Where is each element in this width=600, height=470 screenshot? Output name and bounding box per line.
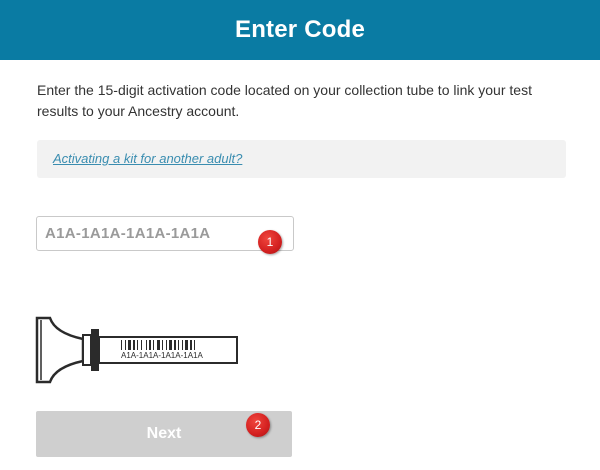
barcode-bar [157,340,160,350]
barcode-bar [178,340,179,350]
barcode-bar [141,340,142,350]
activation-code-input[interactable] [36,216,294,251]
barcode-bar [194,340,195,350]
barcode-bar [121,340,122,350]
instructions-text: Enter the 15-digit activation code locat… [37,82,532,119]
barcode-bar [153,340,154,350]
barcode-bar [190,340,192,350]
tube-neck [82,334,92,366]
another-adult-link[interactable]: Activating a kit for another adult? [53,151,242,166]
barcode-bar [146,340,147,350]
barcode-bar [149,340,151,350]
barcode-bar [162,340,163,350]
barcode-bar [169,340,172,350]
barcode-bar [182,340,183,350]
barcode-bar [125,340,126,350]
barcode-text: A1A-1A1A-1A1A-1A1A [121,351,203,360]
barcode-bar [137,340,138,350]
step-marker-2: 2 [246,413,270,437]
collection-tube-illustration: A1A-1A1A-1A1A-1A1A [35,316,238,384]
tube-band [91,329,99,371]
barcode-bar [166,340,167,350]
page-header: Enter Code [0,0,600,60]
info-box: Activating a kit for another adult? [37,140,566,178]
step-marker-1: 1 [258,230,282,254]
page-title: Enter Code [234,16,365,43]
barcode-bar [174,340,176,350]
barcode-bar [128,340,131,350]
barcode-bar [185,340,188,350]
tube-cap-shape [35,316,85,384]
barcode-bar [133,340,135,350]
